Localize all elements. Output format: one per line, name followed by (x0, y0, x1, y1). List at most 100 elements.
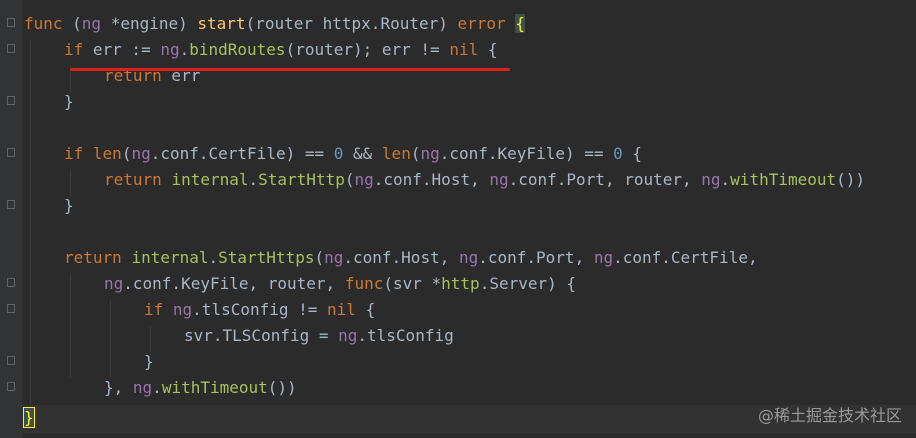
package-name: internal (131, 248, 209, 267)
code-text: .conf.Host, (373, 170, 490, 189)
function-call: StartHttp (258, 170, 345, 189)
fold-icon[interactable] (7, 200, 15, 209)
receiver: ng (131, 144, 151, 163)
fold-icon[interactable] (7, 304, 15, 313)
receiver: ng (104, 274, 124, 293)
code-text: err := (83, 40, 161, 59)
fold-icon[interactable] (7, 356, 15, 365)
builtin: len (381, 144, 411, 163)
code-line-8[interactable]: return internal.StartHttps(ng.conf.Host,… (64, 245, 758, 271)
code-line-5[interactable]: if len(ng.conf.CertFile) == 0 && len(ng.… (64, 141, 642, 167)
code-line-11[interactable]: svr.TLSConfig = ng.tlsConfig (184, 323, 454, 349)
code-text: .tlsConfig != (192, 300, 328, 319)
code-text: }, (104, 378, 133, 397)
function-name: start (197, 14, 246, 33)
code-line-9[interactable]: ng.conf.KeyFile, router, func(svr *http.… (104, 271, 576, 297)
code-text: } (64, 92, 74, 111)
matched-brace: { (515, 14, 525, 33)
return-type: error (457, 14, 506, 33)
code-line-1[interactable]: func (ng *engine) start(router httpx.Rou… (24, 11, 525, 37)
receiver: ng (172, 300, 193, 319)
receiver: ng (420, 144, 440, 163)
code-editor[interactable]: func (ng *engine) start(router httpx.Rou… (0, 0, 916, 438)
fold-icon[interactable] (7, 44, 15, 53)
code-text: . (720, 170, 731, 189)
fold-icon[interactable] (7, 18, 15, 27)
code-text: { (355, 300, 376, 319)
red-underline-annotation (70, 68, 510, 71)
code-text: ( (62, 14, 82, 33)
fold-icon[interactable] (7, 382, 15, 391)
code-text: .conf.Port, router, (508, 170, 702, 189)
code-text: { (622, 144, 643, 163)
type-name: Server (489, 274, 548, 293)
receiver: ng (489, 170, 509, 189)
fold-icon[interactable] (7, 148, 15, 157)
matched-brace: } (23, 407, 35, 428)
keyword: nil (327, 300, 356, 319)
code-line-4[interactable]: } (64, 89, 74, 115)
receiver: ng (324, 248, 344, 267)
indent-guide (30, 40, 31, 404)
code-text: ) (178, 14, 198, 33)
receiver: ng (701, 170, 721, 189)
code-text: . (370, 14, 381, 33)
code-text: .conf.Port, (478, 248, 594, 267)
keyword: nil (449, 40, 479, 59)
receiver: ng (593, 248, 614, 267)
function-call: StartHttps (218, 248, 315, 267)
code-text: .conf.CertFile, (613, 248, 758, 267)
code-text: ( (121, 144, 132, 163)
number: 0 (613, 144, 623, 163)
code-text: .conf.CertFile) == (150, 144, 334, 163)
code-text: } (144, 352, 154, 371)
code-text: .conf.Host, (343, 248, 459, 267)
code-line-12[interactable]: } (144, 349, 154, 375)
code-line-10[interactable]: if ng.tlsConfig != nil { (144, 297, 375, 323)
keyword: func (24, 14, 63, 33)
receiver: ng (132, 378, 153, 397)
receiver: ng (338, 326, 358, 345)
code-line-2[interactable]: if err := ng.bindRoutes(router); err != … (64, 37, 498, 63)
code-line-7[interactable]: } (64, 193, 74, 219)
code-text: ()) (836, 170, 866, 189)
editor-gutter (0, 0, 22, 438)
fold-icon[interactable] (7, 96, 15, 105)
receiver: ng (81, 14, 102, 33)
code-text: { (478, 40, 498, 59)
receiver: ng (458, 248, 479, 267)
code-text: . (248, 170, 259, 189)
package-name: httpx (322, 14, 371, 33)
code-text: .conf.KeyFile, router, (123, 274, 345, 293)
receiver: ng (354, 170, 374, 189)
keyword: if (64, 40, 84, 59)
code-text: * (101, 14, 121, 33)
indent-guide (70, 274, 71, 378)
builtin: len (92, 144, 122, 163)
code-text: svr.TLSConfig = (184, 326, 339, 345)
code-line-3[interactable]: return err (104, 63, 200, 89)
fold-icon[interactable] (7, 278, 15, 287)
code-line-14[interactable]: } (23, 405, 35, 431)
code-line-6[interactable]: return internal.StartHttp(ng.conf.Host, … (104, 167, 865, 193)
code-text: (svr * (383, 274, 442, 293)
keyword: func (344, 274, 384, 293)
keyword: if (64, 144, 84, 163)
indent-guide (110, 300, 111, 378)
code-text: .conf.KeyFile) == (439, 144, 614, 163)
code-text: } (64, 196, 74, 215)
method-call: bindRoutes (189, 40, 286, 59)
type-name: Router (380, 14, 439, 33)
receiver: ng (160, 40, 180, 59)
method-call: withTimeout (730, 170, 837, 189)
code-text: . (208, 248, 219, 267)
code-text: ) { (547, 274, 577, 293)
code-line-13[interactable]: }, ng.withTimeout()) (104, 375, 297, 401)
keyword: if (144, 300, 164, 319)
code-text: ) (438, 14, 458, 33)
